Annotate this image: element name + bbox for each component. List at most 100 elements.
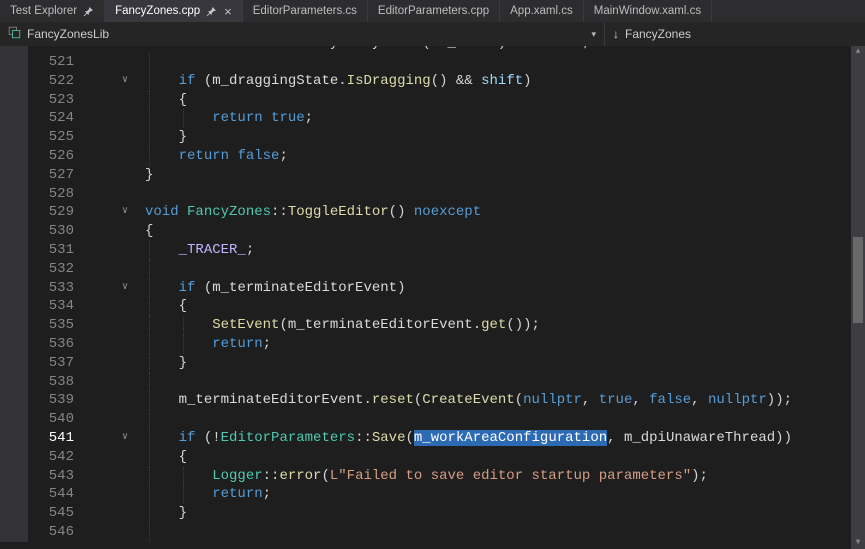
breakpoint-margin[interactable]	[0, 448, 28, 467]
line-number[interactable]: 535	[28, 316, 78, 335]
scrollbar-thumb[interactable]	[853, 237, 863, 323]
code-text[interactable]: if (m_terminateEditorEvent)	[136, 279, 865, 298]
line-number[interactable]: 544	[28, 485, 78, 504]
line-number[interactable]: 537	[28, 354, 78, 373]
tab-editorparameters-cs[interactable]: EditorParameters.cs	[243, 0, 368, 22]
breakpoint-margin[interactable]	[0, 467, 28, 486]
line-number[interactable]: 541	[28, 429, 78, 448]
breakpoint-margin[interactable]	[0, 523, 28, 542]
breakpoint-margin[interactable]	[0, 128, 28, 147]
breakpoint-margin[interactable]	[0, 297, 28, 316]
line-number[interactable]: 528	[28, 185, 78, 204]
tab-mainwindow-xaml-cs[interactable]: MainWindow.xaml.cs	[584, 0, 712, 22]
breakpoint-margin[interactable]	[0, 316, 28, 335]
line-number[interactable]: 540	[28, 410, 78, 429]
code-text[interactable]: {	[136, 297, 865, 316]
code-text[interactable]: if (m_draggingState.IsDragging() && shif…	[136, 72, 865, 91]
breakpoint-margin[interactable]	[0, 222, 28, 241]
code-text[interactable]: }	[136, 128, 865, 147]
scrollbar-up-arrow-icon[interactable]: ▲	[851, 46, 865, 58]
fold-chevron-icon[interactable]: ∨	[114, 203, 136, 222]
breakpoint-margin[interactable]	[0, 203, 28, 222]
breakpoint-margin[interactable]	[0, 241, 28, 260]
breakpoint-margin[interactable]	[0, 53, 28, 72]
line-number[interactable]: 529	[28, 203, 78, 222]
line-number[interactable]: 521	[28, 53, 78, 72]
breakpoint-margin[interactable]	[0, 91, 28, 110]
code-text[interactable]: SetEvent(m_terminateEditorEvent.get());	[136, 316, 865, 335]
line-number[interactable]: 543	[28, 467, 78, 486]
breakpoint-margin[interactable]	[0, 354, 28, 373]
breakpoint-margin[interactable]	[0, 166, 28, 185]
breakpoint-margin[interactable]	[0, 109, 28, 128]
code-text[interactable]: bool shift = GetAsyncKeyState(VK_SHIFT) …	[136, 46, 865, 53]
line-number[interactable]: 538	[28, 373, 78, 392]
code-text[interactable]	[136, 373, 865, 392]
code-text[interactable]: return true;	[136, 109, 865, 128]
line-number[interactable]: 534	[28, 297, 78, 316]
code-text[interactable]: m_terminateEditorEvent.reset(CreateEvent…	[136, 391, 865, 410]
line-number[interactable]: 539	[28, 391, 78, 410]
breakpoint-margin[interactable]	[0, 391, 28, 410]
breakpoint-margin[interactable]	[0, 429, 28, 448]
tab-fancyzones-cpp[interactable]: FancyZones.cpp×	[105, 0, 243, 22]
code-text[interactable]	[136, 523, 865, 542]
breakpoint-margin[interactable]	[0, 373, 28, 392]
line-number[interactable]: 523	[28, 91, 78, 110]
code-text[interactable]: return;	[136, 485, 865, 504]
code-text[interactable]: void FancyZones::ToggleEditor() noexcept	[136, 203, 865, 222]
fold-chevron-icon[interactable]: ∨	[114, 279, 136, 298]
code-text[interactable]: return;	[136, 335, 865, 354]
code-text[interactable]: }	[136, 504, 865, 523]
code-text[interactable]: if (!EditorParameters::Save(m_workAreaCo…	[136, 429, 865, 448]
line-number[interactable]: 533	[28, 279, 78, 298]
fold-chevron-icon[interactable]: ∨	[114, 429, 136, 448]
line-number[interactable]: 520	[28, 46, 78, 53]
breakpoint-margin[interactable]	[0, 260, 28, 279]
member-dropdown[interactable]: ↓ FancyZones	[605, 22, 699, 46]
line-number[interactable]: 522	[28, 72, 78, 91]
vertical-scrollbar[interactable]: ▲ ▼	[851, 46, 865, 549]
line-number[interactable]: 532	[28, 260, 78, 279]
project-dropdown[interactable]: FancyZonesLib ▾	[0, 22, 604, 46]
code-text[interactable]: _TRACER_;	[136, 241, 865, 260]
breakpoint-margin[interactable]	[0, 335, 28, 354]
line-number[interactable]: 545	[28, 504, 78, 523]
breakpoint-margin[interactable]	[0, 279, 28, 298]
code-text[interactable]	[136, 185, 865, 204]
breakpoint-margin[interactable]	[0, 185, 28, 204]
code-text[interactable]: {	[136, 91, 865, 110]
breakpoint-margin[interactable]	[0, 504, 28, 523]
fold-chevron-icon[interactable]: ∨	[114, 72, 136, 91]
breakpoint-margin[interactable]	[0, 147, 28, 166]
code-text[interactable]: {	[136, 448, 865, 467]
line-number[interactable]: 526	[28, 147, 78, 166]
code-text[interactable]: return false;	[136, 147, 865, 166]
breakpoint-margin[interactable]	[0, 485, 28, 504]
code-text[interactable]: }	[136, 354, 865, 373]
code-text[interactable]	[136, 53, 865, 72]
tab-editorparameters-cpp[interactable]: EditorParameters.cpp	[368, 0, 500, 22]
line-number[interactable]: 527	[28, 166, 78, 185]
breakpoint-margin[interactable]	[0, 72, 28, 91]
line-number[interactable]: 542	[28, 448, 78, 467]
line-number[interactable]: 546	[28, 523, 78, 542]
line-number[interactable]: 530	[28, 222, 78, 241]
breakpoint-margin[interactable]	[0, 46, 28, 53]
tab-test-explorer[interactable]: Test Explorer	[0, 0, 105, 22]
line-number[interactable]: 524	[28, 109, 78, 128]
scrollbar-down-arrow-icon[interactable]: ▼	[851, 537, 865, 549]
line-number[interactable]: 531	[28, 241, 78, 260]
code-text[interactable]: {	[136, 222, 865, 241]
pin-icon[interactable]	[83, 6, 94, 17]
line-number[interactable]: 536	[28, 335, 78, 354]
code-text[interactable]: Logger::error(L"Failed to save editor st…	[136, 467, 865, 486]
tab-app-xaml-cs[interactable]: App.xaml.cs	[500, 0, 584, 22]
pin-icon[interactable]	[206, 6, 217, 17]
code-text[interactable]: }	[136, 166, 865, 185]
code-text[interactable]	[136, 260, 865, 279]
close-icon[interactable]: ×	[224, 5, 232, 18]
breakpoint-margin[interactable]	[0, 410, 28, 429]
code-text[interactable]	[136, 410, 865, 429]
line-number[interactable]: 525	[28, 128, 78, 147]
